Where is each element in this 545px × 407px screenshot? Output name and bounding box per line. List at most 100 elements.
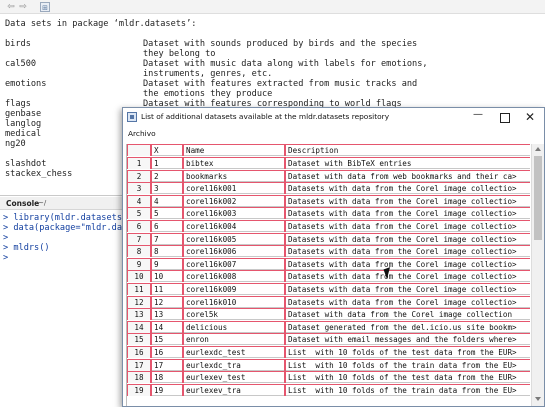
row-number-cell[interactable]: 15: [127, 333, 151, 346]
name-cell[interactable]: corel16k002: [183, 194, 285, 207]
description-cell[interactable]: Datasets with data from the Corel image …: [285, 245, 530, 258]
row-number-cell[interactable]: 9: [127, 257, 151, 270]
table-row[interactable]: 8 8 corel16k006 Datasets with data from the…: [127, 245, 530, 258]
x-cell[interactable]: 17: [151, 358, 183, 371]
description-cell[interactable]: Datasets with data from the Corel image …: [285, 207, 530, 220]
x-cell[interactable]: 15: [151, 333, 183, 346]
description-cell[interactable]: Datasets with data from the Corel image …: [285, 232, 530, 245]
row-number-cell[interactable]: 13: [127, 308, 151, 321]
description-cell[interactable]: List with 10 folds of the train data fro…: [285, 383, 530, 396]
scroll-up-icon[interactable]: [535, 147, 541, 151]
table-row[interactable]: 11 11 corel16k009 Datasets with data from t…: [127, 283, 530, 295]
row-number-cell[interactable]: 2: [127, 169, 151, 182]
arrow-left-icon[interactable]: ⇦: [6, 2, 16, 12]
x-cell[interactable]: 13: [151, 308, 183, 321]
name-cell[interactable]: corel5k: [183, 308, 285, 321]
row-number-cell[interactable]: 1: [127, 157, 151, 169]
name-cell[interactable]: bookmarks: [183, 169, 285, 182]
maximize-button[interactable]: [491, 109, 517, 125]
description-cell[interactable]: Datasets with data from the Corel image …: [285, 270, 530, 283]
table-row[interactable]: 12 12 corel16k010 Datasets with data from t…: [127, 295, 530, 308]
description-cell[interactable]: List with 10 folds of the train data fro…: [285, 358, 530, 371]
table-row[interactable]: 3 3 corel16k001 Datasets with data from the…: [127, 182, 530, 195]
menu-archivo[interactable]: Archivo: [128, 129, 156, 138]
x-cell[interactable]: 19: [151, 383, 183, 396]
row-number-cell[interactable]: 6: [127, 220, 151, 232]
x-cell[interactable]: 14: [151, 320, 183, 333]
scroll-thumb[interactable]: [534, 156, 542, 240]
name-cell[interactable]: corel16k003: [183, 207, 285, 220]
table-row[interactable]: 18 18 eurlexev_test List with 10 folds of t…: [127, 371, 530, 384]
row-number-cell[interactable]: 14: [127, 320, 151, 333]
description-cell[interactable]: Dataset with data from web bookmarks and…: [285, 169, 530, 182]
x-cell[interactable]: 1: [151, 157, 183, 169]
description-cell[interactable]: Datasets with data from the Corel image …: [285, 257, 530, 270]
description-cell[interactable]: Datasets with data from the Corel image …: [285, 283, 530, 295]
scroll-down-icon[interactable]: [535, 397, 541, 401]
datasets-table[interactable]: X Name Description 1 1 bibtex Dataset with …: [126, 144, 530, 406]
row-number-cell[interactable]: 10: [127, 270, 151, 283]
table-row[interactable]: 17 17 eurlexdc_tra List with 10 folds of th…: [127, 358, 530, 371]
table-row[interactable]: 4 4 corel16k002 Datasets with data from the…: [127, 194, 530, 207]
description-cell[interactable]: Dataset with email messages and the fold…: [285, 333, 530, 346]
table-row[interactable]: 19 19 eurlexev_tra List with 10 folds of th…: [127, 383, 530, 396]
x-cell[interactable]: 16: [151, 346, 183, 358]
table-row[interactable]: 10 10 corel16k008 Datasets with data from t…: [127, 270, 530, 283]
x-cell[interactable]: 2: [151, 169, 183, 182]
x-cell[interactable]: 11: [151, 283, 183, 295]
name-cell[interactable]: corel16k009: [183, 283, 285, 295]
name-cell[interactable]: eurlexdc_tra: [183, 358, 285, 371]
name-cell[interactable]: corel16k001: [183, 182, 285, 195]
row-number-cell[interactable]: 16: [127, 346, 151, 358]
console-path[interactable]: ~/: [38, 199, 46, 207]
row-number-cell[interactable]: 3: [127, 182, 151, 195]
name-cell[interactable]: eurlexev_tra: [183, 383, 285, 396]
vertical-scrollbar[interactable]: [531, 144, 544, 406]
table-row[interactable]: 14 14 delicious Dataset generated from the …: [127, 320, 530, 333]
name-cell[interactable]: delicious: [183, 320, 285, 333]
name-cell[interactable]: corel16k005: [183, 232, 285, 245]
x-cell[interactable]: 8: [151, 245, 183, 258]
name-cell[interactable]: corel16k006: [183, 245, 285, 258]
name-cell[interactable]: corel16k004: [183, 220, 285, 232]
row-number-cell[interactable]: 19: [127, 383, 151, 396]
arrow-right-icon[interactable]: ⇨: [18, 2, 28, 12]
description-cell[interactable]: List with 10 folds of the test data from…: [285, 371, 530, 384]
name-cell[interactable]: enron: [183, 333, 285, 346]
name-cell[interactable]: eurlexdc_test: [183, 346, 285, 358]
name-cell[interactable]: bibtex: [183, 157, 285, 169]
table-row[interactable]: 9 9 corel16k007 Datasets with data from the…: [127, 257, 530, 270]
table-row[interactable]: 15 15 enron Dataset with email messages and…: [127, 333, 530, 346]
x-cell[interactable]: 9: [151, 257, 183, 270]
description-cell[interactable]: Dataset generated from the del.icio.us s…: [285, 320, 530, 333]
row-number-cell[interactable]: 7: [127, 232, 151, 245]
name-cell[interactable]: corel16k008: [183, 270, 285, 283]
row-number-cell[interactable]: 18: [127, 371, 151, 384]
name-cell[interactable]: corel16k007: [183, 257, 285, 270]
close-button[interactable]: ✕: [517, 109, 543, 125]
table-row[interactable]: 5 5 corel16k003 Datasets with data from the…: [127, 207, 530, 220]
description-cell[interactable]: Datasets with data from the Corel image …: [285, 182, 530, 195]
x-cell[interactable]: 3: [151, 182, 183, 195]
row-number-cell[interactable]: 11: [127, 283, 151, 295]
minimize-button[interactable]: —: [465, 109, 491, 125]
description-cell[interactable]: Dataset with BibTeX entries: [285, 157, 530, 169]
x-cell[interactable]: 18: [151, 371, 183, 384]
row-number-cell[interactable]: 17: [127, 358, 151, 371]
popout-icon[interactable]: ⊞: [40, 2, 50, 12]
row-number-cell[interactable]: 4: [127, 194, 151, 207]
x-cell[interactable]: 10: [151, 270, 183, 283]
dialog-titlebar[interactable]: List of additional datasets available at…: [123, 108, 544, 126]
table-row[interactable]: 16 16 eurlexdc_test List with 10 folds of t…: [127, 346, 530, 358]
row-number-cell[interactable]: 8: [127, 245, 151, 258]
table-row[interactable]: 6 6 corel16k004 Datasets with data from the…: [127, 220, 530, 232]
header-name[interactable]: Name: [183, 144, 285, 156]
description-cell[interactable]: Datasets with data from the Corel image …: [285, 295, 530, 308]
description-cell[interactable]: Datasets with data from the Corel image …: [285, 220, 530, 232]
x-cell[interactable]: 12: [151, 295, 183, 308]
x-cell[interactable]: 4: [151, 194, 183, 207]
table-row[interactable]: 1 1 bibtex Dataset with BibTeX entries: [127, 157, 530, 169]
name-cell[interactable]: eurlexev_test: [183, 371, 285, 384]
x-cell[interactable]: 7: [151, 232, 183, 245]
description-cell[interactable]: Datasets with data from the Corel image …: [285, 194, 530, 207]
